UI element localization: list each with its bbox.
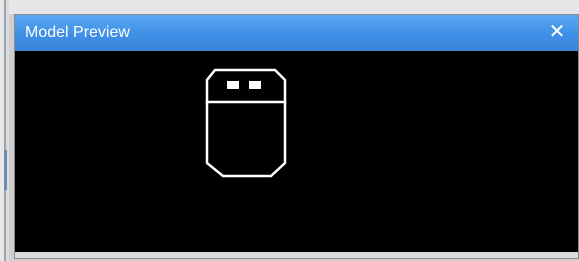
model-eye-left [227,81,239,89]
scroll-thumb[interactable] [4,150,7,190]
model-outline [205,68,287,178]
model-preview-canvas [15,51,578,254]
model-eye-right [249,81,261,89]
robot-head-outline-icon [205,68,287,178]
left-scroll-strip [0,0,9,261]
top-strip [0,0,579,14]
window-titlebar[interactable]: Model Preview ✕ [15,15,578,51]
model-preview-window: Model Preview ✕ [14,14,579,259]
close-button[interactable]: ✕ [546,21,568,43]
window-title: Model Preview [25,24,130,41]
window-bottom-bar [15,252,578,258]
app-stage: Model Preview ✕ [0,0,579,261]
